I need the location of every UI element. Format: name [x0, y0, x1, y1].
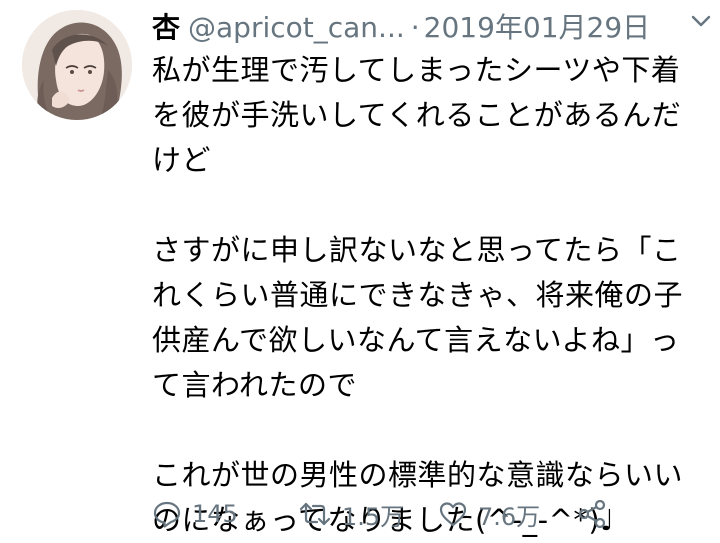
- retweet-button[interactable]: 1.5万: [298, 497, 438, 532]
- tweet-actions: 145 1.5万 7.6万: [152, 492, 712, 536]
- tweet-date[interactable]: 2019年01月29日: [424, 11, 651, 44]
- heart-icon: [439, 502, 467, 527]
- share-button[interactable]: [576, 498, 618, 530]
- tweet-text: 私が生理で汚してしまったシーツや下着を彼が手洗いしてくれることがあるんだけど さ…: [152, 48, 702, 543]
- avatar[interactable]: [22, 10, 132, 120]
- separator-dot: ·: [410, 11, 420, 44]
- tweet-paragraph-1: 私が生理で汚してしまったシーツや下着を彼が手洗いしてくれることがあるんだけど: [152, 53, 682, 177]
- like-button[interactable]: 7.6万: [438, 497, 576, 532]
- retweet-count: 1.5万: [342, 502, 405, 531]
- avatar-illustration: [22, 10, 132, 120]
- display-name[interactable]: 杏: [152, 11, 180, 44]
- reply-count: 145: [192, 500, 238, 528]
- like-count: 7.6万: [478, 502, 541, 531]
- reply-button[interactable]: 145: [152, 499, 298, 529]
- reply-bubble-icon: [153, 501, 181, 528]
- tweet-header: 杏 @apricot_can... · 2019年01月29日: [152, 8, 700, 48]
- retweet-icon: [299, 502, 331, 526]
- user-handle[interactable]: @apricot_can...: [188, 8, 405, 48]
- share-icon: [578, 499, 606, 529]
- tweet-paragraph-2: さすがに申し訳ないなと思ってたら「これくらい普通にできなきゃ、将来俺の子供産んで…: [152, 233, 684, 402]
- chevron-down-icon[interactable]: [688, 8, 714, 34]
